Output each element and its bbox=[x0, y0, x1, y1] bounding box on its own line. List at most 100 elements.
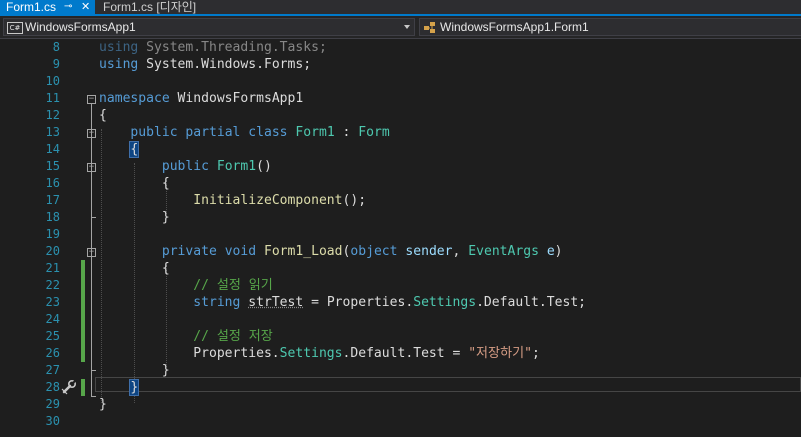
line-number: 29 bbox=[45, 397, 60, 411]
code-text: Properties.Settings.Default.Test = "저장하기… bbox=[99, 345, 540, 362]
code-line[interactable]: 23 string strTest = Properties.Settings.… bbox=[0, 294, 801, 311]
code-token: void bbox=[224, 244, 257, 259]
code-token: private bbox=[161, 244, 217, 259]
code-line[interactable]: 12 { bbox=[0, 107, 801, 124]
line-number: 12 bbox=[45, 108, 60, 122]
code-line[interactable]: 9 using System.Windows.Forms; bbox=[0, 56, 801, 73]
code-token: partial bbox=[185, 125, 241, 140]
code-line[interactable]: 11 namespace WindowsFormsApp1 bbox=[0, 90, 801, 107]
code-line[interactable]: 13 public partial class Form1 : Form bbox=[0, 124, 801, 141]
code-line[interactable]: 28 } bbox=[0, 379, 801, 396]
code-token: namespace bbox=[99, 91, 170, 106]
code-token: { bbox=[99, 176, 170, 191]
code-line[interactable]: 26 Properties.Settings.Default.Test = "저… bbox=[0, 345, 801, 362]
tab-label: Form1.cs bbox=[6, 0, 57, 14]
line-number: 24 bbox=[45, 312, 60, 326]
line-number: 13 bbox=[45, 125, 60, 139]
code-token: Properties. bbox=[99, 346, 280, 361]
code-token: Settings bbox=[279, 346, 343, 361]
type-dropdown[interactable]: WindowsFormsApp1.Form1 bbox=[419, 18, 801, 36]
line-number: 30 bbox=[45, 414, 60, 428]
code-line[interactable]: 17 InitializeComponent(); bbox=[0, 192, 801, 209]
line-number: 11 bbox=[45, 91, 60, 105]
line-number: 26 bbox=[45, 346, 60, 360]
code-token: strTest bbox=[248, 295, 304, 310]
pin-icon[interactable]: ⊸ bbox=[64, 0, 72, 14]
code-token: .Default.Test; bbox=[476, 295, 587, 310]
code-line[interactable]: 27 } bbox=[0, 362, 801, 379]
tab-form1-designer[interactable]: Form1.cs [디자인] bbox=[96, 0, 206, 14]
code-token: { bbox=[99, 108, 107, 123]
code-text: } bbox=[99, 362, 170, 379]
code-token: } bbox=[99, 363, 170, 378]
code-token: } bbox=[99, 397, 107, 412]
code-token: (); bbox=[342, 193, 367, 208]
line-number: 18 bbox=[45, 210, 60, 224]
code-token: // 설정 저장 bbox=[193, 329, 273, 344]
code-token: EventArgs bbox=[468, 244, 539, 259]
code-line[interactable]: 10 bbox=[0, 73, 801, 90]
tab-form1-cs[interactable]: Form1.cs ⊸ ✕ bbox=[0, 0, 95, 14]
code-token: "저장하기" bbox=[468, 346, 532, 361]
code-line[interactable]: 21 { bbox=[0, 260, 801, 277]
code-line[interactable]: 14 { bbox=[0, 141, 801, 158]
code-token: Form bbox=[358, 125, 390, 140]
line-number: 23 bbox=[45, 295, 60, 309]
code-token: { bbox=[129, 141, 140, 158]
code-line[interactable]: 18 } bbox=[0, 209, 801, 226]
code-token: sender bbox=[405, 244, 453, 259]
project-label: WindowsFormsApp1 bbox=[25, 20, 136, 34]
line-number: 8 bbox=[52, 40, 60, 54]
code-text: InitializeComponent(); bbox=[99, 192, 366, 209]
line-number: 25 bbox=[45, 329, 60, 343]
csharp-project-icon: C# bbox=[7, 22, 23, 34]
code-text: using System.Windows.Forms; bbox=[99, 56, 311, 73]
line-number: 19 bbox=[45, 227, 60, 241]
code-text: // 설정 읽기 bbox=[99, 277, 272, 294]
code-line[interactable]: 25 // 설정 저장 bbox=[0, 328, 801, 345]
line-number: 27 bbox=[45, 363, 60, 377]
code-line[interactable]: 22 // 설정 읽기 bbox=[0, 277, 801, 294]
code-token: } bbox=[129, 379, 140, 396]
code-line[interactable]: 20 private void Form1_Load(object sender… bbox=[0, 243, 801, 260]
code-token: ; bbox=[531, 346, 540, 361]
code-text: } bbox=[99, 379, 140, 396]
code-text: using System.Threading.Tasks; bbox=[99, 39, 327, 56]
code-token: } bbox=[99, 210, 170, 225]
code-text: { bbox=[99, 175, 170, 192]
code-editor[interactable]: − − − − 8 using System.Threading.Tasks; 9 u… bbox=[0, 39, 801, 437]
code-token: using bbox=[99, 40, 139, 55]
code-text: } bbox=[99, 209, 170, 226]
code-token: Settings bbox=[413, 295, 477, 310]
code-token: () bbox=[256, 159, 272, 174]
code-line[interactable]: 24 bbox=[0, 311, 801, 328]
code-line[interactable]: 19 bbox=[0, 226, 801, 243]
code-line[interactable]: 29} bbox=[0, 396, 801, 413]
code-text: private void Form1_Load(object sender, E… bbox=[99, 243, 563, 260]
chevron-down-icon bbox=[404, 25, 410, 29]
code-line[interactable]: 15 public Form1() bbox=[0, 158, 801, 175]
code-token: : bbox=[334, 125, 359, 140]
document-tab-strip: Form1.cs ⊸ ✕ Form1.cs [디자인] bbox=[0, 0, 801, 16]
code-token: Form1_Load bbox=[263, 244, 343, 259]
code-token: System.Windows.Forms; bbox=[138, 57, 312, 72]
code-text: namespace WindowsFormsApp1 bbox=[99, 90, 303, 107]
project-dropdown[interactable]: C# WindowsFormsApp1 bbox=[3, 18, 415, 36]
code-line[interactable]: 16 { bbox=[0, 175, 801, 192]
type-label: WindowsFormsApp1.Form1 bbox=[440, 20, 589, 34]
line-number: 16 bbox=[45, 176, 60, 190]
code-line[interactable]: 8 using System.Threading.Tasks; bbox=[0, 39, 801, 56]
code-token: Form1 bbox=[295, 125, 335, 140]
code-token: object bbox=[350, 244, 398, 259]
code-token: System.Threading.Tasks; bbox=[138, 40, 327, 55]
code-line[interactable]: 30 bbox=[0, 413, 801, 430]
close-icon[interactable]: ✕ bbox=[81, 0, 90, 14]
